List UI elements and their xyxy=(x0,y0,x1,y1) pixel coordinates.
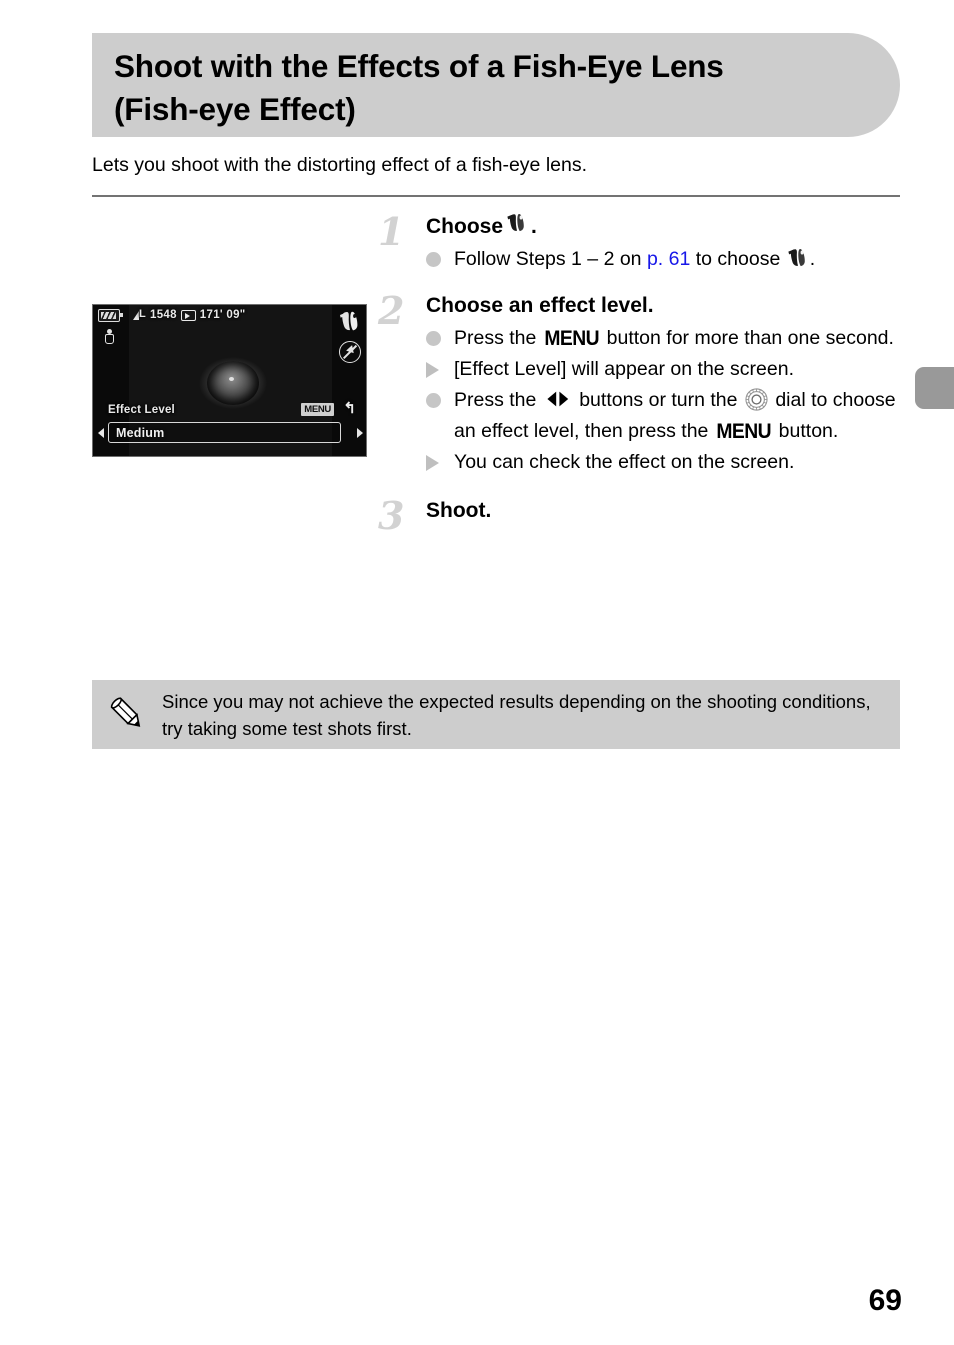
pencil-icon xyxy=(106,693,148,735)
bullet-line: Press the MENU button for more than one … xyxy=(426,323,900,354)
step-bullets: Press the MENU button for more than one … xyxy=(426,323,900,478)
bullet-line: You can check the effect on the screen. xyxy=(426,447,900,478)
bullet-seg: Press the xyxy=(454,389,542,411)
recording-time: 171' 09" xyxy=(199,309,246,321)
bullet-dot-icon xyxy=(426,393,441,408)
step-number: 3 xyxy=(378,493,405,538)
bullet-seg: button. xyxy=(773,420,839,442)
menu-button-label: MENU xyxy=(544,327,599,350)
lcd-return-icon: ↰ xyxy=(343,400,356,417)
lcd-effect-level-label: Effect Level xyxy=(108,404,175,416)
lcd-menu-badge: MENU xyxy=(301,403,334,416)
chapter-thumb-tab xyxy=(915,367,954,409)
section-divider xyxy=(92,195,900,197)
step-1: 1 Choose . Follow Steps 1 – 2 on p. 61 t… xyxy=(378,212,900,275)
fish-eye-effect-icon xyxy=(506,212,528,233)
step-number: 2 xyxy=(378,288,405,333)
bullet-seg: button for more than one second. xyxy=(601,327,894,349)
step-number: 1 xyxy=(378,209,405,254)
lcd-effect-level-value: Medium xyxy=(108,422,341,443)
page-number: 69 xyxy=(868,1284,902,1317)
bullet-seg: Follow Steps 1 – 2 on xyxy=(454,248,647,270)
bullet-marker xyxy=(426,354,454,385)
flash-off-icon xyxy=(339,341,361,363)
movie-mode-icon xyxy=(180,309,196,321)
bullet-line: [Effect Level] will appear on the screen… xyxy=(426,354,900,385)
fish-eye-effect-icon xyxy=(787,247,809,268)
step-title-text: Choose xyxy=(426,215,504,238)
lcd-effect-level-bar: Effect Level MENU ↰ Medium xyxy=(93,400,366,456)
fish-eye-effect-icon xyxy=(338,310,362,332)
page-title: Shoot with the Effects of a Fish-Eye Len… xyxy=(114,48,724,127)
step-2: 2 Choose an effect level. Press the MENU… xyxy=(378,291,900,478)
step-title: Choose an effect level. xyxy=(426,291,900,321)
bullet-marker xyxy=(426,323,454,354)
bullet-seg: . xyxy=(809,248,816,270)
bullet-line: Follow Steps 1 – 2 on p. 61 to choose . xyxy=(426,244,900,275)
shots-remaining: 1548 xyxy=(150,309,177,321)
bullet-marker xyxy=(426,447,454,478)
left-right-buttons-icon xyxy=(545,387,571,407)
bullet-marker xyxy=(426,244,454,275)
step-bullets: Follow Steps 1 – 2 on p. 61 to choose . xyxy=(426,244,900,275)
image-quality-large-icon xyxy=(133,308,146,321)
step-title: Choose . xyxy=(426,212,900,242)
step-title: Shoot. xyxy=(426,496,900,526)
triangle-marker-icon xyxy=(426,361,439,378)
step-title-text: Choose an effect level. xyxy=(426,294,654,317)
bullet-seg: Press the xyxy=(454,327,542,349)
page-reference-link[interactable]: p. 61 xyxy=(647,248,690,270)
bullet-text: Follow Steps 1 – 2 on p. 61 to choose . xyxy=(454,244,900,275)
battery-icon xyxy=(98,309,123,322)
instruction-steps: 1 Choose . Follow Steps 1 – 2 on p. 61 t… xyxy=(378,212,900,536)
bullet-text: [Effect Level] will appear on the screen… xyxy=(454,358,795,380)
bullet-seg: to choose xyxy=(690,248,786,270)
lcd-status-bar: 1548 171' 09" xyxy=(129,306,332,324)
step-title-text: Shoot. xyxy=(426,499,492,522)
bullet-dot-icon xyxy=(426,331,441,346)
camera-screen-figure: 1548 171' 09" Effect Level MENU ↰ Medium xyxy=(92,304,367,457)
left-arrow-icon xyxy=(98,428,104,438)
bullet-line: Press the buttons or turn the dial to ch… xyxy=(426,385,900,447)
camera-mode-icon xyxy=(102,329,117,345)
note-text: Since you may not achieve the expected r… xyxy=(162,691,871,739)
bullet-text: You can check the effect on the screen. xyxy=(454,451,795,473)
note-box: Since you may not achieve the expected r… xyxy=(92,680,900,749)
bullet-text: Press the buttons or turn the dial to ch… xyxy=(454,385,900,447)
intro-description: Lets you shoot with the distorting effec… xyxy=(92,154,588,176)
control-dial-icon xyxy=(745,388,768,411)
step-3: 3 Shoot. xyxy=(378,496,900,536)
step-title-suffix: . xyxy=(531,215,537,238)
photo-highlight xyxy=(229,377,234,381)
bullet-text: Press the MENU button for more than one … xyxy=(454,323,900,354)
page-title-banner: Shoot with the Effects of a Fish-Eye Len… xyxy=(92,33,900,137)
bullet-dot-icon xyxy=(426,252,441,267)
triangle-marker-icon xyxy=(426,454,439,471)
right-arrow-icon xyxy=(357,428,363,438)
bullet-marker xyxy=(426,385,454,416)
bullet-seg: buttons or turn the xyxy=(573,389,743,411)
menu-button-label: MENU xyxy=(716,420,771,443)
